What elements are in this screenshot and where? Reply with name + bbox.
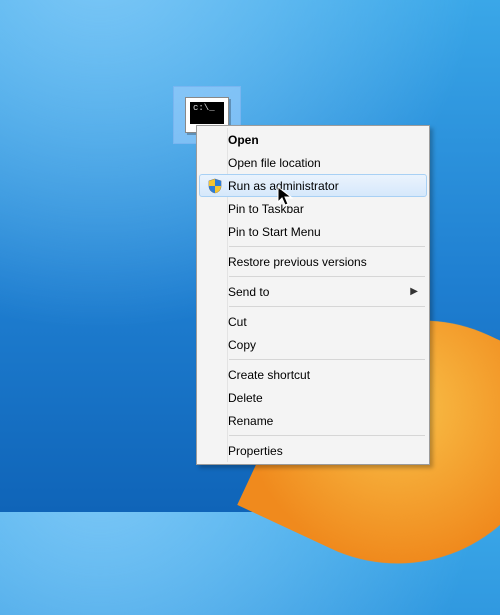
uac-shield-icon — [202, 178, 228, 194]
menu-item-create-shortcut[interactable]: Create shortcut — [199, 363, 427, 386]
cmd-icon-prompt: c:\_ — [190, 102, 224, 124]
menu-item-label: Open file location — [228, 156, 420, 170]
menu-item-pin-taskbar[interactable]: Pin to Taskbar — [199, 197, 427, 220]
menu-item-label: Run as administrator — [228, 179, 420, 193]
menu-separator — [229, 359, 425, 360]
menu-item-properties[interactable]: Properties — [199, 439, 427, 462]
menu-item-delete[interactable]: Delete — [199, 386, 427, 409]
menu-item-label: Open — [228, 133, 420, 147]
menu-item-label: Properties — [228, 444, 420, 458]
menu-separator — [229, 246, 425, 247]
menu-item-label: Pin to Taskbar — [228, 202, 420, 216]
menu-item-run-as-admin[interactable]: Run as administrator — [199, 174, 427, 197]
menu-item-pin-start[interactable]: Pin to Start Menu — [199, 220, 427, 243]
menu-item-send-to[interactable]: Send to▶ — [199, 280, 427, 303]
menu-item-cut[interactable]: Cut — [199, 310, 427, 333]
menu-item-label: Rename — [228, 414, 420, 428]
menu-item-open-file-location[interactable]: Open file location — [199, 151, 427, 174]
submenu-arrow-icon: ▶ — [410, 286, 420, 297]
menu-item-copy[interactable]: Copy — [199, 333, 427, 356]
menu-item-label: Create shortcut — [228, 368, 420, 382]
menu-item-label: Send to — [228, 285, 410, 299]
menu-item-open[interactable]: Open — [199, 128, 427, 151]
menu-item-label: Delete — [228, 391, 420, 405]
menu-item-label: Pin to Start Menu — [228, 225, 420, 239]
menu-item-label: Copy — [228, 338, 420, 352]
context-menu[interactable]: Open Open file location Run as administrat… — [196, 125, 430, 465]
menu-separator — [229, 306, 425, 307]
menu-item-label: Restore previous versions — [228, 255, 420, 269]
menu-item-label: Cut — [228, 315, 420, 329]
menu-item-rename[interactable]: Rename — [199, 409, 427, 432]
menu-separator — [229, 435, 425, 436]
menu-item-restore-versions[interactable]: Restore previous versions — [199, 250, 427, 273]
menu-separator — [229, 276, 425, 277]
